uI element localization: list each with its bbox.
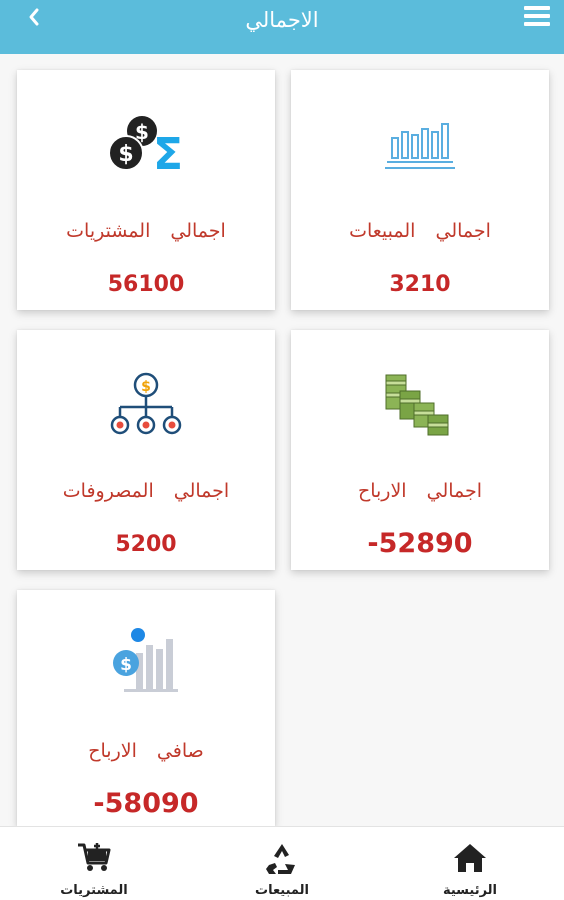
- nav-label: الرئيسية: [442, 883, 498, 898]
- nav-purchases[interactable]: المشتريات: [0, 827, 188, 900]
- app-header: الاجمالي: [0, 0, 564, 54]
- card-label: اجمالي المبيعات: [349, 220, 491, 242]
- card-label: اجمالي المشتريات: [66, 220, 226, 242]
- card-value: 3210: [389, 272, 451, 297]
- coins-sum-icon: $ $ Σ: [108, 116, 183, 180]
- net-profit-card[interactable]: $ صافي الارباح -58090: [17, 590, 275, 826]
- nav-label: المبيعات: [255, 883, 309, 898]
- card-label: اجمالي المصروفات: [62, 480, 230, 502]
- svg-text:$: $: [118, 142, 133, 167]
- card-label: صافي الارباح: [88, 740, 204, 762]
- cart-icon: [78, 843, 111, 871]
- page-title: الاجمالي: [245, 8, 319, 32]
- money-stacks-icon: [385, 374, 449, 436]
- svg-text:$: $: [120, 655, 132, 675]
- card-value: 56100: [107, 272, 185, 297]
- card-value: 5200: [115, 532, 177, 557]
- home-icon: [454, 844, 486, 872]
- bottom-navigation: المشتريات المبيعات الرئيسية: [0, 826, 564, 900]
- svg-text:$: $: [141, 379, 151, 395]
- dollar-chart-icon: $: [113, 628, 178, 692]
- nav-home[interactable]: الرئيسية: [376, 827, 564, 900]
- bar-chart-icon: [385, 123, 455, 169]
- recycle-icon: [266, 844, 295, 874]
- card-value: -58090: [93, 788, 199, 819]
- expenses-total-card[interactable]: $ اجمالي المصروفات 5200: [17, 330, 275, 570]
- sales-total-card[interactable]: اجمالي المبيعات 3210: [291, 70, 549, 310]
- purchases-total-card[interactable]: $ $ Σ اجمالي المشتريات 56100: [17, 70, 275, 310]
- money-distribution-icon: $: [110, 372, 182, 435]
- nav-sales[interactable]: المبيعات: [188, 827, 376, 900]
- nav-label: المشتريات: [60, 883, 128, 898]
- card-value: -52890: [367, 528, 473, 559]
- profits-total-card[interactable]: اجمالي الارباح -52890: [291, 330, 549, 570]
- hamburger-menu-icon[interactable]: [522, 4, 552, 28]
- svg-text:Σ: Σ: [153, 129, 183, 180]
- card-label: اجمالي الارباح: [357, 480, 483, 502]
